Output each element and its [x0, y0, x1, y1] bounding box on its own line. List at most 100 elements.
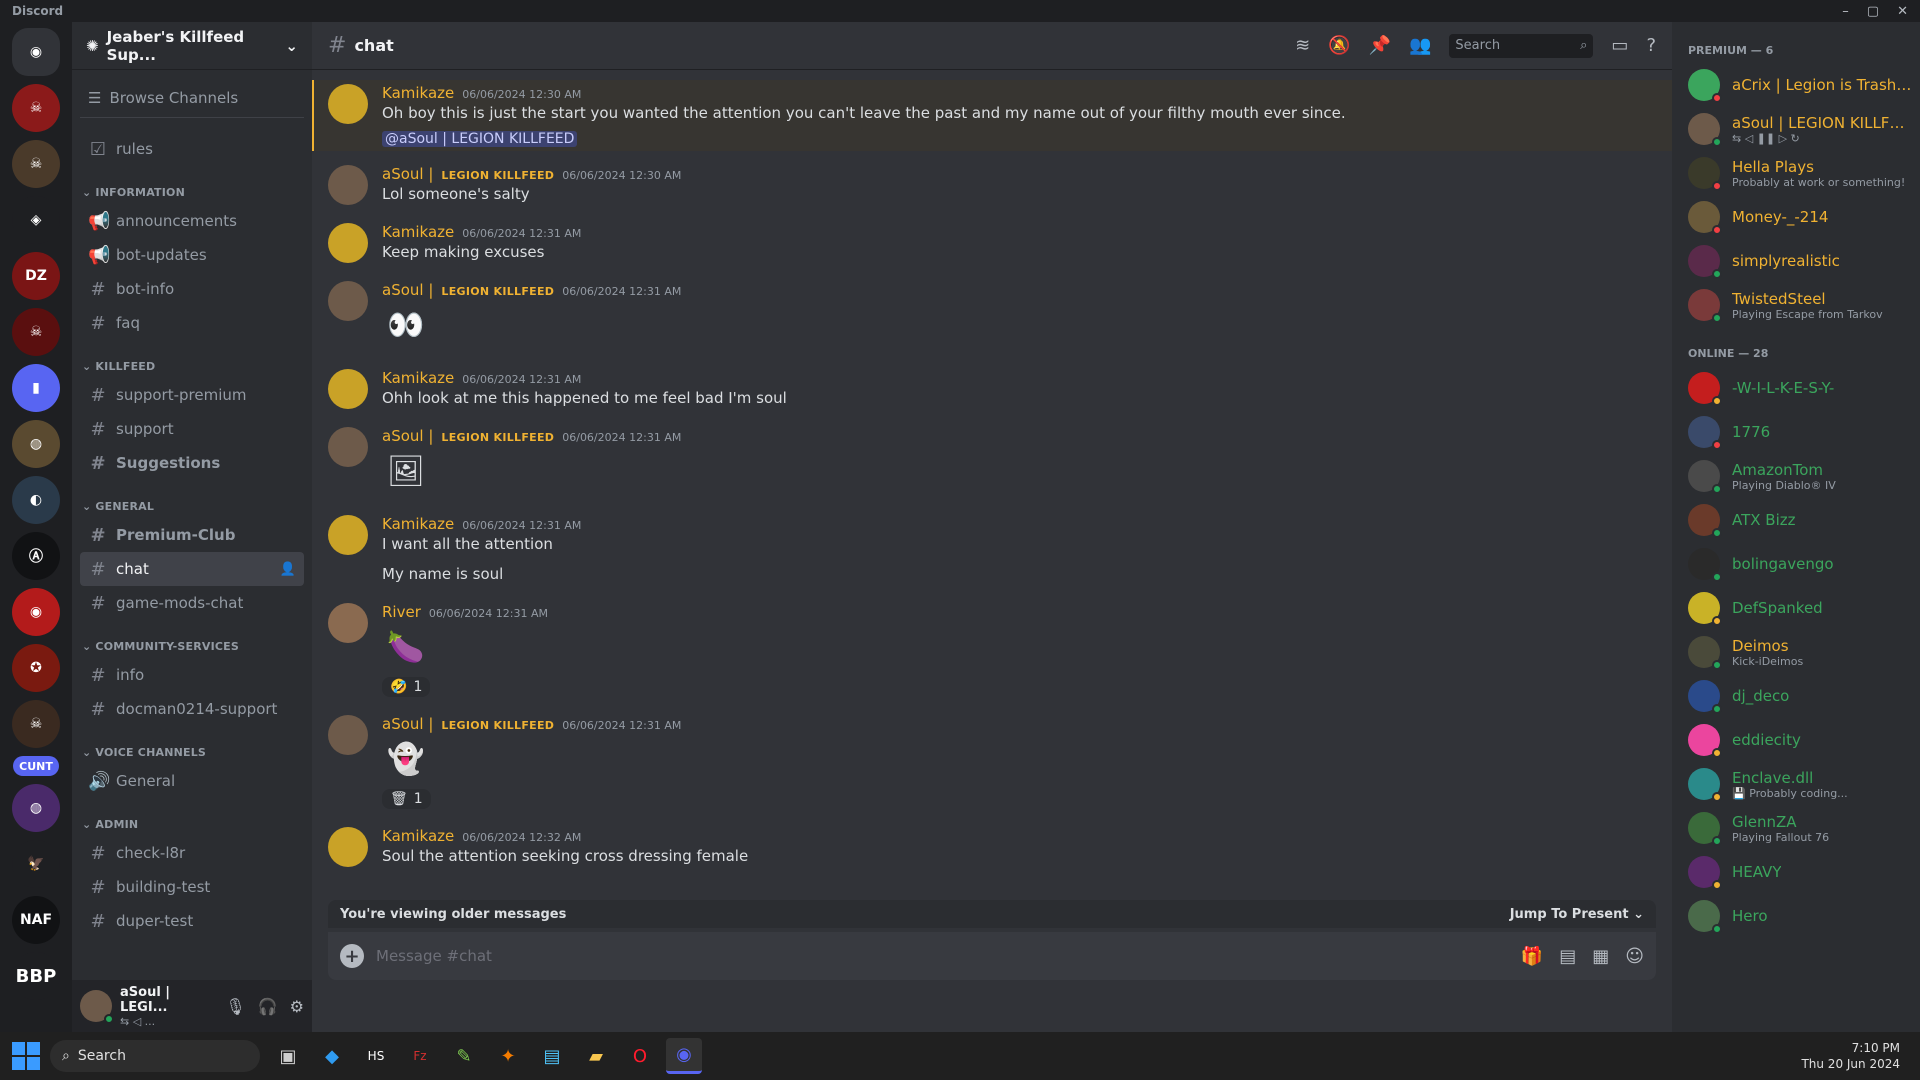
- sticker-image[interactable]: 👀: [382, 301, 430, 349]
- gif-icon[interactable]: ▤: [1559, 946, 1576, 967]
- member-item[interactable]: GlennZA Playing Fallout 76: [1688, 806, 1912, 850]
- member-item[interactable]: Hero: [1688, 894, 1912, 938]
- taskbar-search[interactable]: ⌕ Search: [50, 1040, 260, 1072]
- member-item[interactable]: Money-_-214: [1688, 195, 1912, 239]
- channel-item[interactable]: 📢 bot-updates: [80, 238, 304, 272]
- inbox-icon[interactable]: ▭: [1611, 35, 1628, 56]
- channel-item[interactable]: # faq: [80, 306, 304, 340]
- discord-icon[interactable]: ◉: [666, 1038, 702, 1074]
- gear-icon[interactable]: ⚙: [290, 997, 304, 1016]
- member-item[interactable]: -W-I-L-K-E-S-Y-: [1688, 366, 1912, 410]
- pin-icon[interactable]: 📌: [1369, 35, 1391, 56]
- upload-plus-icon[interactable]: +: [340, 944, 364, 968]
- sticker-icon[interactable]: ▦: [1592, 946, 1609, 967]
- server-icon[interactable]: BBP: [12, 952, 60, 1000]
- member-item[interactable]: 1776: [1688, 410, 1912, 454]
- mute-notifications-icon[interactable]: 🔕: [1328, 35, 1350, 56]
- channel-category[interactable]: ⌄ VOICE CHANNELS: [80, 740, 304, 764]
- server-icon[interactable]: ◍: [12, 784, 60, 832]
- app-icon[interactable]: ✦: [490, 1038, 526, 1074]
- server-icon[interactable]: ▮: [12, 364, 60, 412]
- message-author[interactable]: aSoul |: [382, 427, 433, 445]
- message-author[interactable]: River: [382, 603, 421, 621]
- message-author[interactable]: Kamikaze: [382, 369, 454, 387]
- member-item[interactable]: Enclave.dll 💾 Probably coding...: [1688, 762, 1912, 806]
- member-item[interactable]: dj_deco: [1688, 674, 1912, 718]
- sticker-image[interactable]: 🖼: [382, 447, 430, 495]
- filezilla-icon[interactable]: Fz: [402, 1038, 438, 1074]
- avatar[interactable]: [328, 603, 368, 643]
- member-item[interactable]: eddiecity: [1688, 718, 1912, 762]
- member-item[interactable]: aCrix | Legion is Trash 🗑: [1688, 63, 1912, 107]
- channel-item[interactable]: # chat 👤: [80, 552, 304, 586]
- hs-icon[interactable]: HS: [358, 1038, 394, 1074]
- channel-category[interactable]: ⌄ COMMUNITY-SERVICES: [80, 634, 304, 658]
- server-icon[interactable]: CUNT: [13, 756, 59, 776]
- channel-item[interactable]: # Premium-Club: [80, 518, 304, 552]
- channel-item[interactable]: # Suggestions: [80, 446, 304, 480]
- server-icon[interactable]: DZ: [12, 252, 60, 300]
- avatar[interactable]: [328, 165, 368, 205]
- help-icon[interactable]: ?: [1646, 35, 1656, 56]
- channel-item[interactable]: # support-premium: [80, 378, 304, 412]
- server-icon[interactable]: ☠: [12, 140, 60, 188]
- server-icon[interactable]: ◐: [12, 476, 60, 524]
- browse-channels-button[interactable]: ☰ Browse Channels: [80, 78, 304, 118]
- channel-item[interactable]: # docman0214-support: [80, 692, 304, 726]
- threads-icon[interactable]: ≋: [1295, 35, 1310, 56]
- member-item[interactable]: simplyrealistic: [1688, 239, 1912, 283]
- reaction-chip[interactable]: 🗑 1: [382, 789, 431, 809]
- server-icon[interactable]: 🦅: [12, 840, 60, 888]
- member-item[interactable]: ATX Bizz: [1688, 498, 1912, 542]
- channel-category[interactable]: ⌄ KILLFEED: [80, 354, 304, 378]
- close-button[interactable]: ✕: [1897, 4, 1908, 19]
- channel-category[interactable]: ⌄ ADMIN: [80, 812, 304, 836]
- headphones-icon[interactable]: 🎧: [258, 997, 278, 1016]
- avatar[interactable]: [328, 369, 368, 409]
- channel-item[interactable]: # info: [80, 658, 304, 692]
- member-item[interactable]: aSoul | LEGION KILLFEED ⇆ ◁ ❚❚ ▷ ↻: [1688, 107, 1912, 151]
- jump-to-present-button[interactable]: Jump To Present ⌄: [1510, 907, 1644, 922]
- avatar[interactable]: [328, 281, 368, 321]
- emoji-icon[interactable]: ☺: [1625, 946, 1644, 967]
- server-icon[interactable]: ✪: [12, 644, 60, 692]
- message-author[interactable]: Kamikaze: [382, 515, 454, 533]
- member-list-icon[interactable]: 👥: [1409, 35, 1431, 56]
- maximize-button[interactable]: ▢: [1867, 4, 1879, 19]
- system-clock[interactable]: 7:10 PM Thu 20 Jun 2024: [1801, 1040, 1908, 1072]
- message-author[interactable]: aSoul |: [382, 281, 433, 299]
- notepad-icon[interactable]: ▤: [534, 1038, 570, 1074]
- channel-item[interactable]: # game-mods-chat: [80, 586, 304, 620]
- server-icon[interactable]: ◍: [12, 420, 60, 468]
- server-icon[interactable]: ◉: [12, 588, 60, 636]
- home-button[interactable]: ◉: [12, 28, 60, 76]
- microphone-icon[interactable]: 🎙: [225, 997, 245, 1016]
- channel-category[interactable]: ⌄ INFORMATION: [80, 180, 304, 204]
- search-input[interactable]: Search ⌕: [1449, 33, 1594, 58]
- server-icon[interactable]: ☠: [12, 700, 60, 748]
- member-item[interactable]: DefSpanked: [1688, 586, 1912, 630]
- channel-item[interactable]: # duper-test: [80, 904, 304, 938]
- channel-item[interactable]: 📢 announcements: [80, 204, 304, 238]
- message-author[interactable]: Kamikaze: [382, 84, 454, 102]
- notepadpp-icon[interactable]: ✎: [446, 1038, 482, 1074]
- sticker-image[interactable]: 👻: [382, 735, 430, 783]
- opera-icon[interactable]: O: [622, 1038, 658, 1074]
- message-author[interactable]: aSoul |: [382, 165, 433, 183]
- member-item[interactable]: bolingavengo: [1688, 542, 1912, 586]
- avatar[interactable]: [328, 223, 368, 263]
- message-author[interactable]: Kamikaze: [382, 827, 454, 845]
- message-author[interactable]: Kamikaze: [382, 223, 454, 241]
- avatar[interactable]: [328, 515, 368, 555]
- channel-item[interactable]: 🔊 General: [80, 764, 304, 798]
- message-author[interactable]: aSoul |: [382, 715, 433, 733]
- avatar[interactable]: [328, 84, 368, 124]
- member-item[interactable]: HEAVY: [1688, 850, 1912, 894]
- user-mention[interactable]: @aSoul | LEGION KILLFEED: [382, 131, 578, 147]
- server-icon[interactable]: Ⓐ: [12, 532, 60, 580]
- member-item[interactable]: TwistedSteel Playing Escape from Tarkov: [1688, 283, 1912, 327]
- member-item[interactable]: AmazonTom Playing Diablo® IV: [1688, 454, 1912, 498]
- member-item[interactable]: Deimos Kick-iDeimos: [1688, 630, 1912, 674]
- server-icon[interactable]: ☠: [12, 308, 60, 356]
- channel-item[interactable]: # building-test: [80, 870, 304, 904]
